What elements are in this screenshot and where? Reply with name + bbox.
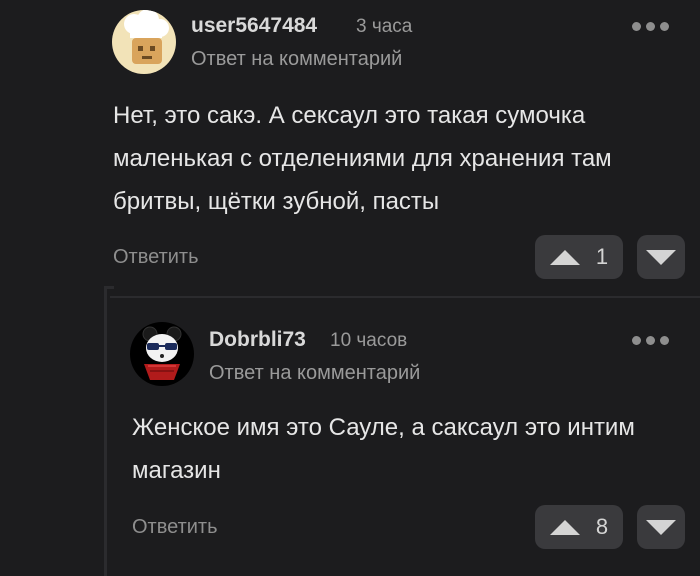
arrow-up-icon [549, 519, 580, 535]
reply-divider [110, 296, 700, 298]
avatar[interactable] [130, 322, 194, 386]
rating-count: 8 [595, 514, 609, 539]
rating-count: 1 [595, 244, 609, 269]
reply-button[interactable]: Ответить [113, 246, 199, 269]
comments-page: user5647484 3 часа Ответ на комментарий … [0, 0, 700, 576]
reply-to-link[interactable]: Ответ на комментарий [209, 362, 420, 385]
arrow-down-icon [646, 519, 676, 535]
arrow-down-icon [646, 249, 676, 265]
reply-to-link[interactable]: Ответ на комментарий [191, 48, 402, 71]
comment-text: Женское имя это Сауле, а саксаул это инт… [132, 414, 635, 484]
more-options-icon[interactable] [632, 22, 669, 31]
username[interactable]: Dobrbli73 [209, 328, 306, 352]
comment-text: Нет, это сакэ. А сексаул это такая сумоч… [113, 102, 612, 215]
chef-hat-cartoon-avatar-icon [112, 10, 176, 74]
panda-sunglasses-avatar-icon [130, 322, 194, 386]
avatar[interactable] [112, 10, 176, 74]
upvote-button[interactable]: 8 [535, 505, 623, 549]
downvote-button[interactable] [637, 505, 685, 549]
username[interactable]: user5647484 [191, 14, 317, 38]
upvote-button[interactable]: 1 [535, 235, 623, 279]
thread-line [104, 286, 107, 576]
timestamp: 3 часа [356, 16, 413, 37]
thread-line-tick [104, 286, 114, 289]
downvote-button[interactable] [637, 235, 685, 279]
timestamp: 10 часов [330, 330, 408, 351]
more-options-icon[interactable] [632, 336, 669, 345]
arrow-up-icon [549, 249, 580, 265]
reply-button[interactable]: Ответить [132, 516, 218, 539]
